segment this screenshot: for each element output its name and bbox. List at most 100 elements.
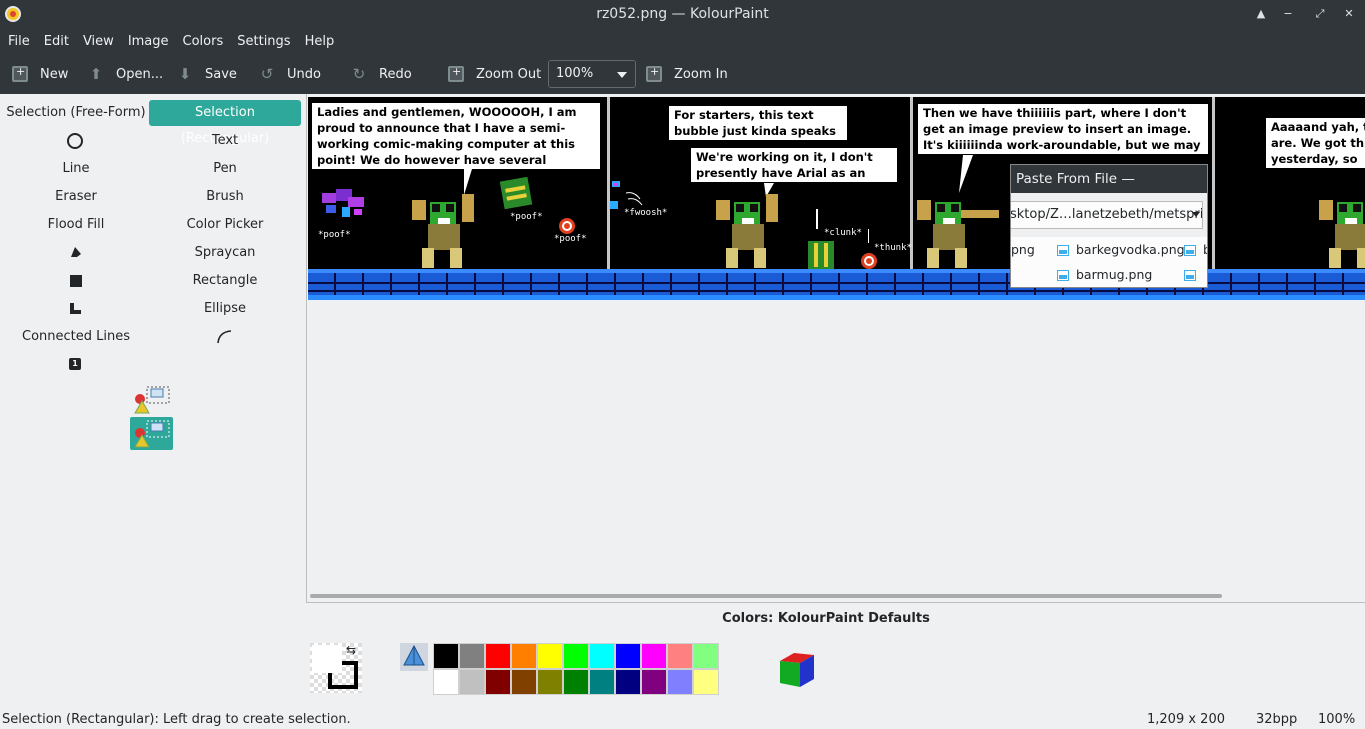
color-swatch[interactable]: [485, 643, 511, 669]
brick-row: [308, 290, 1365, 292]
image-file-icon: [1057, 270, 1069, 281]
dialog-path-text: sktop/Z…lanetzebeth/metsprite: [1010, 207, 1203, 222]
tool-connected-lines[interactable]: Connected Lines: [6, 324, 146, 350]
sfx-text: *fwoosh*: [624, 208, 668, 218]
custom-colors-cube-icon[interactable]: [776, 649, 816, 689]
tool-selection-freeform[interactable]: Selection (Free-Form): [6, 100, 146, 126]
alien-character-sprite: [917, 200, 999, 268]
app-icon[interactable]: [5, 6, 21, 22]
menu-settings[interactable]: Settings: [230, 34, 297, 49]
speech-bubble: For starters, this text bubble just kind…: [668, 105, 848, 154]
text-box-icon[interactable]: 1: [69, 358, 81, 370]
undo-label: Undo: [287, 66, 321, 82]
zoom-in-button[interactable]: Zoom In: [646, 60, 728, 88]
maximize-icon[interactable]: ⤢: [1312, 6, 1328, 22]
color-swatch[interactable]: [433, 669, 459, 695]
curve-icon[interactable]: [217, 330, 233, 344]
crate-sprite: [500, 177, 533, 210]
tool-rectangle[interactable]: Rectangle: [149, 268, 301, 294]
target-sprite: [559, 218, 575, 234]
upload-icon: ⬆: [89, 65, 103, 83]
speech-bubble: Aaaaand yah, th are. We got this yesterd…: [1265, 117, 1365, 182]
status-depth: 32bpp: [1256, 712, 1298, 727]
color-swatch[interactable]: [589, 643, 615, 669]
horizontal-scrollbar[interactable]: [310, 594, 1222, 598]
close-icon[interactable]: ✕: [1341, 6, 1357, 22]
color-swatch[interactable]: [615, 669, 641, 695]
color-swatch[interactable]: [667, 643, 693, 669]
keep-above-icon[interactable]: ▲: [1253, 6, 1269, 22]
tool-text[interactable]: Text: [149, 128, 301, 154]
alien-character-sprite: [716, 194, 778, 268]
tool-eraser[interactable]: Eraser: [6, 184, 146, 210]
color-swatch[interactable]: [563, 669, 589, 695]
polyline-icon[interactable]: [69, 302, 82, 315]
menu-image[interactable]: Image: [121, 34, 176, 49]
sfx-text: *poof*: [318, 230, 351, 240]
menu-view[interactable]: View: [76, 34, 121, 49]
tool-spraycan[interactable]: Spraycan: [149, 240, 301, 266]
status-message: Selection (Rectangular): Left drag to cr…: [2, 712, 351, 727]
dialog-title: Paste From File — KolourPaint: [1011, 165, 1207, 215]
zoom-in-label: Zoom In: [674, 66, 728, 82]
new-button[interactable]: New: [12, 60, 68, 88]
ellipse-selection-icon[interactable]: [67, 133, 83, 149]
zoom-out-button[interactable]: Zoom Out: [448, 60, 541, 88]
tool-ellipse[interactable]: Ellipse: [149, 296, 301, 322]
color-swatch[interactable]: [511, 643, 537, 669]
color-swatch[interactable]: [693, 643, 719, 669]
zoom-select[interactable]: 100%: [548, 60, 636, 88]
speech-bubble: We're working on it, I don't presently h…: [690, 147, 898, 196]
minimize-icon[interactable]: −: [1280, 6, 1296, 22]
opaque-selection-icon[interactable]: [131, 385, 173, 415]
image-canvas[interactable]: Ladies and gentlemen, WOOOOOH, I am prou…: [308, 97, 1365, 300]
color-swatch[interactable]: [667, 669, 693, 695]
tool-line[interactable]: Line: [6, 156, 146, 182]
file-item: png: [1011, 242, 1035, 257]
new-label: New: [40, 66, 69, 82]
undo-button[interactable]: ↺ Undo: [259, 60, 321, 88]
color-swatch[interactable]: [641, 643, 667, 669]
image-file-icon: [1184, 270, 1196, 281]
open-button[interactable]: ⬆ Open...: [88, 60, 163, 88]
tool-selection-rectangular[interactable]: Selection (Rectangular): [149, 100, 301, 146]
color-swatch[interactable]: [589, 669, 615, 695]
transparent-selection-icon[interactable]: [130, 417, 173, 450]
spraycan-icon[interactable]: [68, 246, 82, 258]
color-swatch[interactable]: [641, 669, 667, 695]
color-swatch[interactable]: [511, 669, 537, 695]
sfx-text: *clunk*: [824, 228, 862, 238]
color-swatch[interactable]: [615, 643, 641, 669]
color-swatch[interactable]: [485, 669, 511, 695]
status-dimensions: 1,209 x 200: [1147, 712, 1225, 727]
color-swatch[interactable]: [433, 643, 459, 669]
color-swatch[interactable]: [693, 669, 719, 695]
menu-bar: File Edit View Image Colors Settings Hel…: [0, 28, 1365, 54]
color-swatch[interactable]: [459, 643, 485, 669]
color-swatch[interactable]: [459, 669, 485, 695]
menu-help[interactable]: Help: [298, 34, 342, 49]
swap-colors-icon[interactable]: ⇆: [346, 643, 356, 657]
zoom-out-label: Zoom Out: [476, 66, 542, 82]
menu-edit[interactable]: Edit: [37, 34, 76, 49]
color-swatch[interactable]: [537, 669, 563, 695]
tool-brush[interactable]: Brush: [149, 184, 301, 210]
image-file-icon: [1057, 245, 1069, 256]
alien-character-sprite: [412, 194, 474, 268]
color-swatch[interactable]: [537, 643, 563, 669]
save-button[interactable]: ⬇ Save: [177, 60, 237, 88]
chevron-down-icon: [617, 72, 627, 78]
color-swatch[interactable]: [563, 643, 589, 669]
window-title: rz052.png — KolourPaint: [596, 6, 769, 22]
tool-color-picker[interactable]: Color Picker: [149, 212, 301, 238]
menu-colors[interactable]: Colors: [176, 34, 231, 49]
sfx-text: *poof*: [510, 212, 543, 222]
tool-flood-fill[interactable]: Flood Fill: [6, 212, 146, 238]
menu-file[interactable]: File: [1, 34, 37, 49]
alien-character-sprite: [1319, 200, 1365, 268]
tool-pen[interactable]: Pen: [149, 156, 301, 182]
color-similarity-icon[interactable]: [400, 643, 428, 671]
rectangle-icon[interactable]: [70, 275, 82, 287]
redo-button[interactable]: ↻ Redo: [351, 60, 412, 88]
color-box: Colors: KolourPaint Defaults ⇆: [306, 602, 1365, 709]
